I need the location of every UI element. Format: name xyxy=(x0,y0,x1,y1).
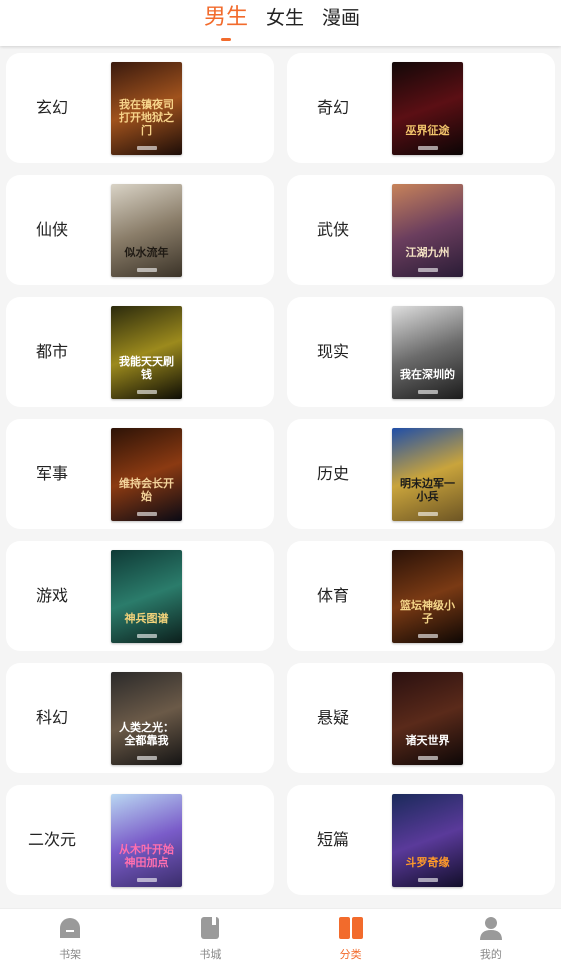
publisher-mark xyxy=(417,512,438,516)
book-cover-title: 维持会长开始 xyxy=(119,477,174,503)
publisher-mark xyxy=(417,756,438,760)
category-label: 都市 xyxy=(35,342,68,361)
category-label: 体育 xyxy=(316,586,349,605)
book-cover-title: 诸天世界 xyxy=(405,734,450,747)
category-label: 科幻 xyxy=(35,708,68,727)
nav-category[interactable]: 分类 xyxy=(281,909,421,969)
book-cover[interactable]: 江湖九州 xyxy=(392,184,463,277)
category-label: 仙侠 xyxy=(35,220,68,239)
category-label: 短篇 xyxy=(316,830,349,849)
book-cover-title: 神兵图谱 xyxy=(124,612,169,625)
category-label: 玄幻 xyxy=(35,98,68,117)
book-cover-title: 江湖九州 xyxy=(405,246,450,259)
category-card[interactable]: 军事维持会长开始 xyxy=(6,419,274,529)
book-cover-title: 似水流年 xyxy=(124,246,169,259)
publisher-mark xyxy=(136,390,157,394)
book-cover-title: 我在深圳的 xyxy=(400,368,455,381)
category-card[interactable]: 奇幻巫界征途 xyxy=(287,53,555,163)
category-label: 奇幻 xyxy=(316,98,349,117)
publisher-mark xyxy=(136,268,157,272)
bookshelf-icon xyxy=(60,918,81,938)
profile-icon xyxy=(479,917,502,940)
publisher-mark xyxy=(417,878,438,882)
nav-bookstore-label: 书城 xyxy=(199,948,222,961)
book-cover[interactable]: 神兵图谱 xyxy=(111,550,182,643)
category-grid: 玄幻 我在镇夜司打开地狱之门 奇幻 巫界征途 仙侠 似水流年 武侠 江湖九州 都市 我能天天刷钱现… xyxy=(0,46,561,908)
book-cover-title: 明末边军一小兵 xyxy=(400,477,455,503)
book-cover[interactable]: 我能天天刷钱 xyxy=(111,306,182,399)
category-icon xyxy=(338,917,363,939)
publisher-mark xyxy=(417,268,438,272)
category-label: 军事 xyxy=(35,464,68,483)
category-card[interactable]: 仙侠似水流年 xyxy=(6,175,274,285)
category-label: 现实 xyxy=(316,342,349,361)
book-cover-title: 斗罗奇缘 xyxy=(405,856,450,869)
publisher-mark xyxy=(136,634,157,638)
category-card[interactable]: 二次元从木叶开始神田加点 xyxy=(6,785,274,895)
publisher-mark xyxy=(136,512,157,516)
book-cover-title: 巫界征途 xyxy=(405,124,450,137)
book-cover[interactable]: 巫界征途 xyxy=(392,62,463,155)
bookstore-icon xyxy=(201,917,220,939)
book-cover[interactable]: 似水流年 xyxy=(111,184,182,277)
category-card[interactable]: 现实我在深圳的 xyxy=(287,297,555,407)
book-cover[interactable]: 斗罗奇缘 xyxy=(392,794,463,887)
category-label: 历史 xyxy=(316,464,349,483)
nav-profile-label: 我的 xyxy=(479,948,502,961)
book-cover[interactable]: 诸天世界 xyxy=(392,672,463,765)
book-cover[interactable]: 我在深圳的 xyxy=(392,306,463,399)
publisher-mark xyxy=(136,878,157,882)
book-cover[interactable]: 篮坛神级小子 xyxy=(392,550,463,643)
category-card[interactable]: 悬疑诸天世界 xyxy=(287,663,555,773)
book-cover-title: 我能天天刷钱 xyxy=(119,355,174,381)
tab-male[interactable]: 男生 xyxy=(204,4,248,41)
book-cover[interactable]: 从木叶开始神田加点 xyxy=(111,794,182,887)
category-label: 游戏 xyxy=(35,586,68,605)
book-cover[interactable]: 我在镇夜司打开地狱之门 xyxy=(111,62,182,155)
book-cover-title: 我在镇夜司打开地狱之门 xyxy=(119,98,174,137)
publisher-mark xyxy=(136,146,157,150)
bottom-nav: 书架 书城 分类 我的 xyxy=(0,908,561,969)
category-card[interactable]: 玄幻 我在镇夜司打开地狱之门 xyxy=(6,53,274,163)
book-cover-title: 从木叶开始神田加点 xyxy=(119,843,174,869)
book-cover[interactable]: 人类之光：全都靠我 xyxy=(111,672,182,765)
tab-comics[interactable]: 漫画 xyxy=(322,4,360,36)
category-card[interactable]: 武侠江湖九州 xyxy=(287,175,555,285)
book-cover-title: 人类之光：全都靠我 xyxy=(119,721,174,747)
tab-female[interactable]: 女生 xyxy=(266,4,304,36)
publisher-mark xyxy=(417,146,438,150)
category-label: 悬疑 xyxy=(316,708,349,727)
nav-bookshelf-label: 书架 xyxy=(59,948,82,961)
category-card[interactable]: 历史明末边军一小兵 xyxy=(287,419,555,529)
category-label: 武侠 xyxy=(316,220,349,239)
category-label: 二次元 xyxy=(27,830,76,849)
nav-bookshelf[interactable]: 书架 xyxy=(0,909,140,969)
nav-profile[interactable]: 我的 xyxy=(421,909,561,969)
category-card[interactable]: 科幻人类之光：全都靠我 xyxy=(6,663,274,773)
book-cover[interactable]: 明末边军一小兵 xyxy=(392,428,463,521)
book-cover[interactable]: 维持会长开始 xyxy=(111,428,182,521)
top-tab-bar: 男生 女生 漫画 xyxy=(0,0,561,46)
publisher-mark xyxy=(136,756,157,760)
gender-tabs: 男生 女生 漫画 xyxy=(204,4,378,41)
category-card[interactable]: 游戏神兵图谱 xyxy=(6,541,274,651)
category-card[interactable]: 短篇斗罗奇缘 xyxy=(287,785,555,895)
category-card[interactable]: 体育篮坛神级小子 xyxy=(287,541,555,651)
category-card[interactable]: 都市我能天天刷钱 xyxy=(6,297,274,407)
publisher-mark xyxy=(417,634,438,638)
nav-category-label: 分类 xyxy=(339,948,362,961)
nav-bookstore[interactable]: 书城 xyxy=(140,909,280,969)
publisher-mark xyxy=(417,390,438,394)
book-cover-title: 篮坛神级小子 xyxy=(400,599,455,625)
